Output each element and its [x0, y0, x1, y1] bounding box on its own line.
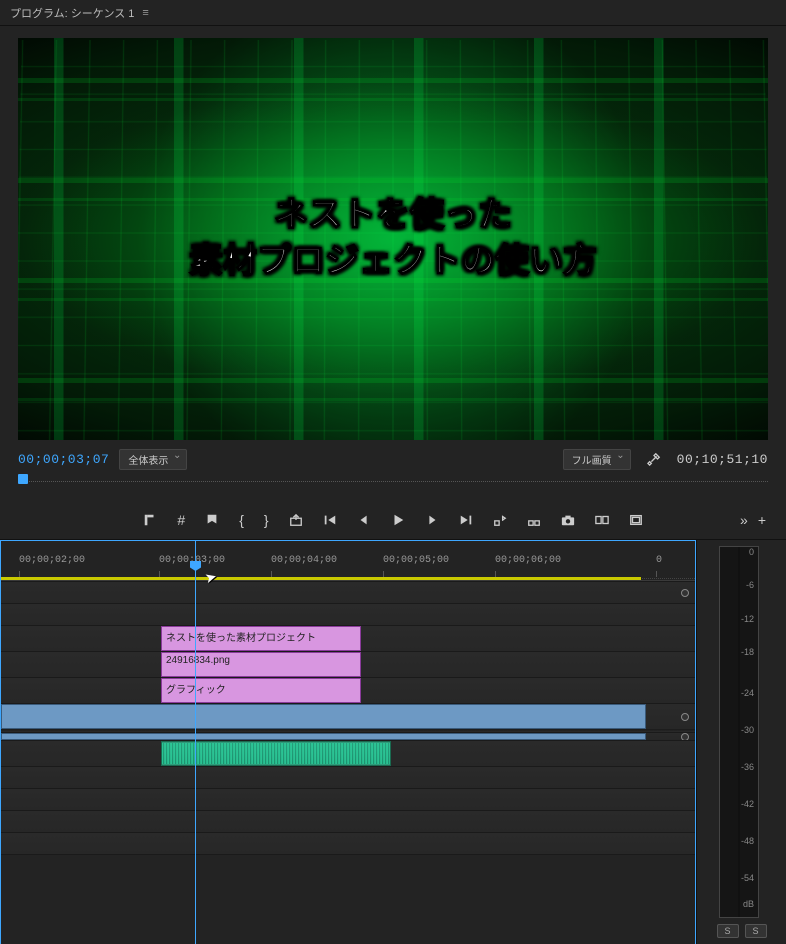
out-point-button[interactable]: } — [264, 512, 269, 528]
ruler-tick: 00;00;02;00 — [19, 555, 85, 566]
monitor-scrubber[interactable] — [0, 474, 786, 500]
timeline-bottom-pad — [1, 854, 695, 894]
timeline-area: 00;00;02;00 00;00;03;00 00;00;04;00 00;0… — [0, 540, 786, 944]
scrubber-playhead[interactable] — [18, 474, 28, 484]
timeline-playhead[interactable] — [195, 541, 196, 944]
meter-channel-left — [720, 547, 738, 917]
audio-meter-panel: 0 -6 -12 -18 -24 -30 -36 -42 -48 -54 dB … — [696, 540, 786, 944]
audio-track-a1[interactable] — [1, 732, 695, 740]
work-area-bar[interactable] — [1, 577, 641, 580]
audio-track[interactable] — [1, 832, 695, 854]
panel-menu-icon[interactable]: ≡ — [142, 7, 148, 19]
in-point-button[interactable]: { — [239, 512, 244, 528]
clip-label: ネストを使った素材プロジェクト — [166, 633, 316, 644]
marker-button[interactable] — [205, 513, 219, 527]
step-forward-button[interactable] — [425, 513, 439, 527]
audio-track[interactable] — [1, 766, 695, 788]
video-track-v1[interactable]: グラフィック — [1, 677, 695, 703]
timeline-ruler[interactable]: 00;00;02;00 00;00;03;00 00;00;04;00 00;0… — [1, 541, 695, 581]
db-label: -18 — [741, 647, 754, 657]
ruler-tick: 0 — [656, 555, 662, 566]
video-track-v2[interactable]: 24916834.png — [1, 651, 695, 677]
scrubber-track[interactable] — [18, 480, 768, 482]
meter-solo-row: S S — [701, 918, 782, 940]
timeline-panel[interactable]: 00;00;02;00 00;00;03;00 00;00;04;00 00;0… — [0, 540, 696, 944]
video-track-v3[interactable]: ネストを使った素材プロジェクト — [1, 625, 695, 651]
transport-controls: # { } » + — [0, 500, 786, 540]
clip-title[interactable]: ネストを使った素材プロジェクト — [161, 626, 361, 651]
clip-graphic[interactable]: グラフィック — [161, 678, 361, 703]
ruler-tick: 00;00;06;00 — [495, 555, 561, 566]
extract-button[interactable] — [527, 513, 541, 527]
track-end-dot-icon — [681, 589, 689, 597]
clip-bg-video[interactable] — [1, 704, 646, 729]
db-label: -6 — [746, 580, 754, 590]
db-label: -12 — [741, 614, 754, 624]
preview-line-2: 素材プロジェクトの使い方 — [189, 239, 597, 285]
step-back-button[interactable] — [357, 513, 371, 527]
waveform-icon — [162, 743, 390, 764]
clip-png[interactable]: 24916834.png — [161, 652, 361, 677]
camera-button[interactable] — [561, 513, 575, 527]
audio-track[interactable] — [1, 810, 695, 832]
play-button[interactable] — [391, 513, 405, 527]
audio-track-a2[interactable] — [1, 740, 695, 766]
program-monitor[interactable]: ネストを使った 素材プロジェクトの使い方 — [18, 38, 768, 440]
export-frame-button[interactable] — [289, 513, 303, 527]
preview-area: ネストを使った 素材プロジェクトの使い方 — [0, 26, 786, 444]
add-marker-button[interactable] — [143, 513, 157, 527]
button-editor-button[interactable]: + — [758, 512, 766, 528]
go-to-in-button[interactable] — [323, 513, 337, 527]
settings-wrench-icon[interactable] — [647, 452, 661, 466]
video-track[interactable] — [1, 603, 695, 625]
mark-in-button[interactable]: # — [177, 512, 185, 528]
preview-title-text: ネストを使った 素材プロジェクトの使い方 — [189, 193, 597, 285]
ruler-tick: 00;00;05;00 — [383, 555, 449, 566]
monitor-status-bar: 00;00;03;07 全体表示 フル画質 00;10;51;10 — [0, 444, 786, 474]
db-label: -48 — [741, 836, 754, 846]
video-track-bg[interactable] — [1, 703, 695, 729]
track-end-dot-icon — [681, 713, 689, 721]
panel-title: プログラム: シーケンス 1 — [10, 5, 134, 21]
solo-left-button[interactable]: S — [717, 924, 739, 938]
playback-quality-dropdown[interactable]: フル画質 — [563, 449, 631, 470]
safe-margins-button[interactable] — [629, 513, 643, 527]
db-label: -54 — [741, 873, 754, 883]
lift-button[interactable] — [493, 513, 507, 527]
clip-audio-linked[interactable] — [1, 733, 646, 740]
go-to-out-button[interactable] — [459, 513, 473, 527]
db-label: -36 — [741, 762, 754, 772]
db-label: dB — [743, 899, 754, 909]
db-label: -24 — [741, 688, 754, 698]
db-label: -30 — [741, 725, 754, 735]
clip-label: 24916834.png — [166, 655, 230, 666]
current-timecode[interactable]: 00;00;03;07 — [18, 452, 109, 467]
more-button[interactable]: » — [740, 512, 748, 528]
zoom-fit-dropdown[interactable]: 全体表示 — [119, 449, 187, 470]
db-label: -42 — [741, 799, 754, 809]
video-track[interactable] — [1, 581, 695, 603]
timeline-tracks: ネストを使った素材プロジェクト 24916834.png グラフィック — [1, 581, 695, 894]
audio-track[interactable] — [1, 788, 695, 810]
preview-line-1: ネストを使った — [189, 193, 597, 239]
comparison-view-button[interactable] — [595, 513, 609, 527]
db-label: 0 — [749, 547, 754, 557]
duration-timecode: 00;10;51;10 — [677, 452, 768, 467]
program-panel-header: プログラム: シーケンス 1 ≡ — [0, 0, 786, 26]
solo-right-button[interactable]: S — [745, 924, 767, 938]
audio-meter-scale[interactable]: 0 -6 -12 -18 -24 -30 -36 -42 -48 -54 dB — [719, 546, 759, 918]
ruler-tick: 00;00;04;00 — [271, 555, 337, 566]
